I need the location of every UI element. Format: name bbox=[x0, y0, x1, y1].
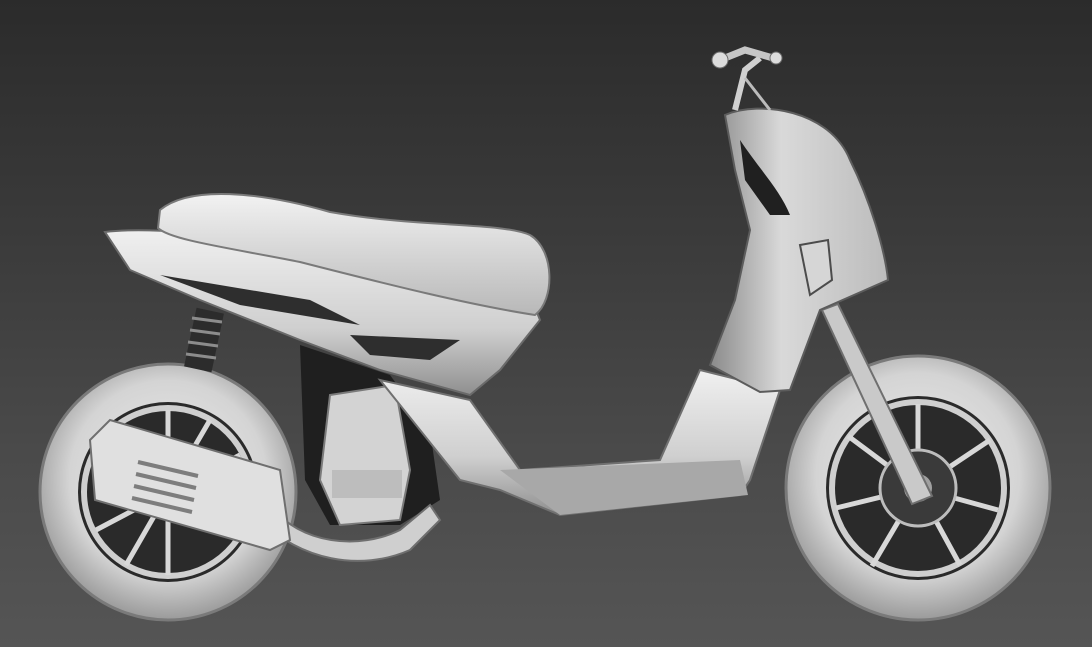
floorboard[interactable] bbox=[377, 368, 782, 517]
rear-shock[interactable] bbox=[184, 307, 224, 373]
scooter-model[interactable] bbox=[0, 0, 1092, 647]
handlebar[interactable] bbox=[711, 46, 783, 111]
3d-viewport[interactable] bbox=[0, 0, 1092, 647]
